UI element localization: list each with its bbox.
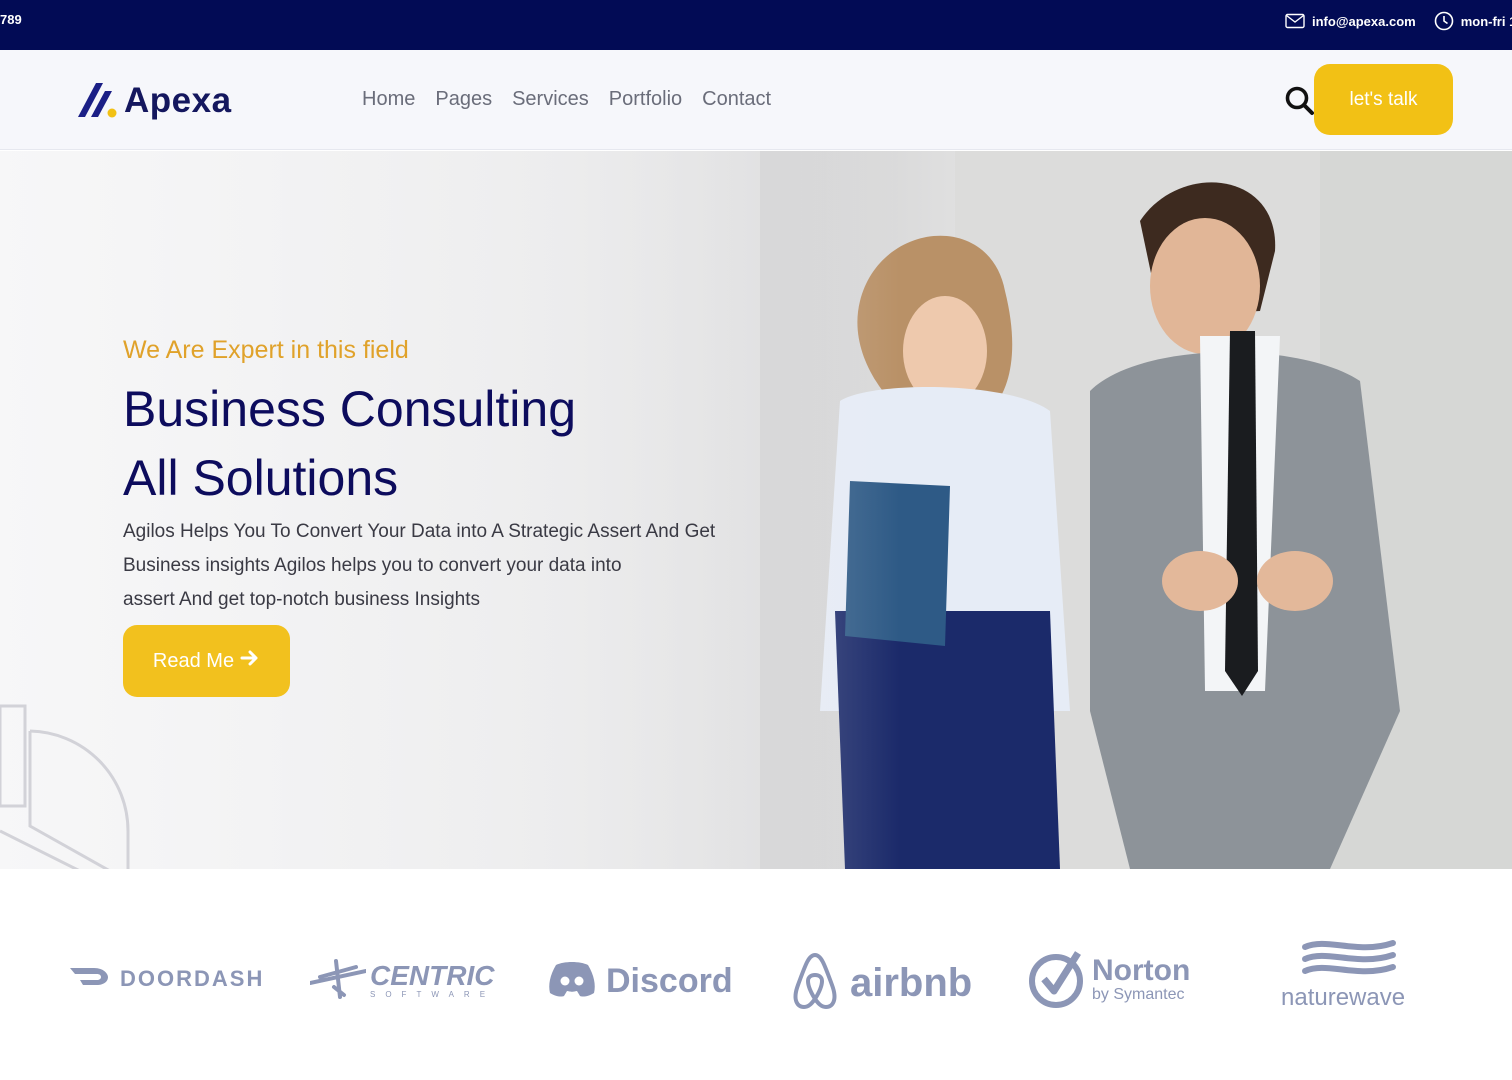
centric-subtitle: SOFTWARE (370, 990, 496, 999)
centric-wordmark: CENTRIC (370, 960, 495, 991)
read-me-label: Read Me (152, 649, 235, 672)
brand-discord: Discord (548, 959, 733, 1004)
logo-text: Apexa (124, 80, 232, 120)
site-header: Apexa Home Pages Services Portfolio Cont… (0, 50, 1512, 150)
main-nav: Home Pages Services Portfolio Contact (362, 88, 771, 111)
hero-description: Agilos Helps You To Convert Your Data in… (123, 515, 773, 617)
centric-text: CENTRIC SOFTWARE (370, 960, 496, 1000)
norton-subtitle: by Symantec (1092, 985, 1185, 1003)
hero-description-line-3: assert And get top-notch business Insigh… (123, 589, 480, 610)
doordash-icon (70, 965, 110, 992)
nav-item-services[interactable]: Services (512, 88, 589, 111)
discord-wordmark: Discord (606, 962, 733, 1000)
naturewave-waves-icon (1287, 939, 1399, 984)
hero-content: We Are Expert in this field Business Con… (123, 336, 803, 697)
hero-headline-line-1: Business Consulting (123, 381, 577, 437)
nav-item-home[interactable]: Home (362, 88, 415, 111)
clock-icon (1434, 11, 1454, 31)
brand-doordash: DOORDASH (70, 965, 264, 992)
contact-email[interactable]: info@apexa.com (1312, 14, 1416, 29)
nav-item-contact[interactable]: Contact (702, 88, 771, 111)
read-me-button[interactable]: Read Me (123, 625, 290, 697)
nav-item-pages[interactable]: Pages (435, 88, 492, 111)
airbnb-wordmark: airbnb (850, 961, 973, 1005)
airbnb-icon (788, 951, 842, 1016)
arrow-right-icon (240, 649, 260, 673)
hero-headline: Business Consulting All Solutions (123, 375, 803, 513)
brand-centric: CENTRIC SOFTWARE (308, 957, 496, 1004)
naturewave-wordmark: naturewave (1281, 984, 1406, 1011)
phone-number[interactable]: 789 (0, 12, 22, 27)
centric-icon (308, 957, 368, 1004)
nav-item-portfolio[interactable]: Portfolio (609, 88, 682, 111)
office-hours: mon-fri 10 (1460, 13, 1512, 29)
hero-description-line-1: Agilos Helps You To Convert Your Data in… (123, 521, 716, 542)
brand-norton: Norton by Symantec (1028, 945, 1190, 1014)
brand-naturewave: naturewave (1281, 939, 1405, 1012)
search-icon[interactable] (1284, 85, 1316, 117)
norton-text: Norton by Symantec (1092, 953, 1191, 1004)
hero-tagline: We Are Expert in this field (123, 336, 409, 364)
hero-description-line-2: Business insights Agilos helps you to co… (123, 555, 622, 576)
hero-headline-line-2: All Solutions (123, 450, 399, 506)
chart-decoration-icon (0, 704, 130, 869)
lets-talk-button[interactable]: let's talk (1314, 64, 1453, 135)
hero-section: We Are Expert in this field Business Con… (0, 151, 1512, 869)
mail-icon (1285, 13, 1305, 29)
norton-check-icon (1028, 945, 1088, 1014)
brand-airbnb: airbnb (788, 951, 972, 1016)
partner-logos: DOORDASH CENTRIC SOFTWARE Discord airbnb… (0, 869, 1512, 1080)
discord-icon (548, 959, 596, 1004)
norton-wordmark: Norton (1092, 953, 1191, 987)
logo-mark-icon (76, 77, 120, 124)
site-logo[interactable]: Apexa (76, 77, 232, 124)
top-bar: 789 info@apexa.com mon-fri 10 (0, 0, 1512, 50)
doordash-wordmark: DOORDASH (120, 965, 265, 991)
